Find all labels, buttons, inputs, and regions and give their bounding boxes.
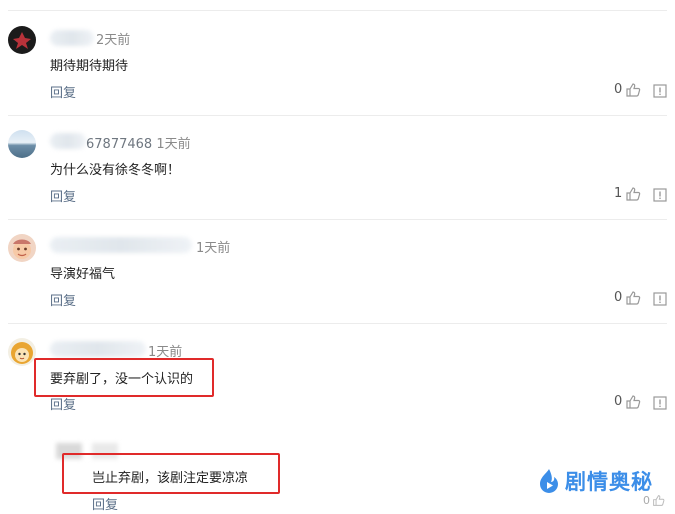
comment-meta: 67877468 1天前: [86, 133, 191, 152]
divider: [8, 10, 667, 11]
comment-meta: 1天前: [148, 341, 182, 360]
thumbs-up-icon[interactable]: [652, 494, 665, 507]
like-count: 1: [614, 186, 623, 201]
username-blurred: [50, 237, 192, 253]
thumbs-up-icon[interactable]: [625, 186, 641, 202]
divider: [8, 219, 667, 220]
thumbs-up-icon[interactable]: [625, 394, 641, 410]
avatar-blurred: [56, 443, 82, 459]
report-icon[interactable]: [653, 396, 667, 410]
avatar[interactable]: [8, 338, 36, 366]
username-blurred: [50, 30, 94, 46]
report-icon[interactable]: [653, 292, 667, 306]
report-icon[interactable]: [653, 84, 667, 98]
avatar[interactable]: [8, 234, 36, 262]
divider: [8, 115, 667, 116]
username-blurred: [50, 341, 146, 357]
reply-button[interactable]: 回复: [92, 494, 118, 513]
timestamp: 1天前: [148, 345, 183, 360]
thumbs-up-icon[interactable]: [625, 82, 641, 98]
timestamp: 2天前: [96, 33, 131, 48]
avatar-image: [13, 239, 31, 259]
like-count: 0: [614, 394, 623, 409]
username-suffix[interactable]: 67877468: [86, 137, 152, 152]
watermark-text: 剧情奥秘: [565, 470, 653, 494]
timestamp: 1天前: [156, 137, 191, 152]
reply-button[interactable]: 回复: [50, 394, 76, 413]
avatar[interactable]: [8, 26, 36, 54]
reply-button[interactable]: 回复: [50, 290, 76, 309]
reply-button[interactable]: 回复: [50, 82, 76, 101]
comment-meta: 1天前: [196, 237, 230, 256]
avatar-image: [11, 342, 33, 364]
timestamp: 1天前: [196, 241, 231, 256]
username-blurred: [50, 133, 86, 149]
divider: [8, 323, 667, 324]
reply-button[interactable]: 回复: [50, 186, 76, 205]
thumbs-up-icon[interactable]: [625, 290, 641, 306]
comment-text: 期待期待期待: [50, 59, 129, 74]
avatar[interactable]: [8, 130, 36, 158]
like-count: 0: [614, 290, 623, 305]
comment-text: 导演好福气: [50, 267, 116, 282]
sub-reply-text: 岂止弃剧，该剧注定要凉凉: [92, 471, 249, 486]
watermark: 剧情奥秘: [537, 466, 653, 496]
avatar-image: [13, 32, 31, 49]
comment-text: 要弃剧了，没一个认识的: [50, 372, 194, 387]
username-blurred: [92, 443, 118, 459]
like-count: 0: [614, 82, 623, 97]
comment-meta: 2天前: [96, 29, 130, 48]
comment-text: 为什么没有徐冬冬啊！: [50, 163, 181, 178]
report-icon[interactable]: [653, 188, 667, 202]
watermark-logo-icon: [540, 469, 558, 493]
